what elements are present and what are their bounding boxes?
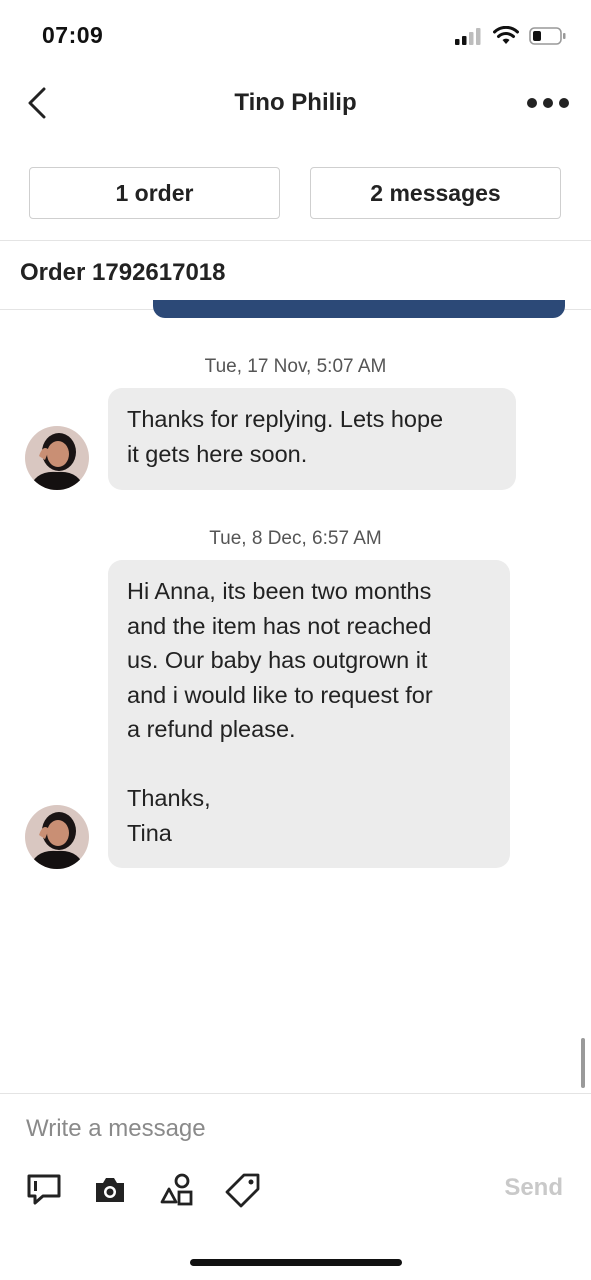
message-line: us. Our baby has outgrown it — [127, 647, 428, 673]
message-bubble: Thanks for replying. Lets hope it gets h… — [108, 388, 516, 490]
avatar-image — [25, 426, 89, 490]
message-input[interactable] — [26, 1109, 566, 1149]
message-timestamp: Tue, 8 Dec, 6:57 AM — [209, 528, 382, 549]
more-dot-icon — [559, 98, 569, 108]
camera-button[interactable] — [90, 1170, 130, 1210]
conversation-title: Tino Philip — [234, 89, 357, 116]
home-indicator — [190, 1259, 402, 1266]
order-title: Order 1792617018 — [20, 259, 226, 286]
message-line: Tina — [127, 819, 172, 846]
scrollbar[interactable] — [581, 1038, 585, 1088]
message-bubble: Hi Anna, its been two months and the ite… — [108, 560, 510, 868]
avatar[interactable] — [25, 805, 89, 869]
wifi-icon — [493, 26, 519, 44]
messages-button[interactable]: 2 messages — [310, 167, 561, 219]
divider — [0, 240, 591, 241]
attach-item-button[interactable] — [157, 1170, 197, 1210]
status-icons — [455, 24, 567, 48]
battery-icon — [529, 27, 566, 45]
avatar-image — [25, 805, 89, 869]
more-options-button[interactable] — [527, 92, 569, 114]
avatar[interactable] — [25, 426, 89, 490]
coupon-button[interactable] — [223, 1170, 263, 1210]
send-button[interactable]: Send — [504, 1174, 563, 1202]
message-line: a refund please. — [127, 716, 296, 742]
more-dot-icon — [527, 98, 537, 108]
camera-icon — [96, 1178, 124, 1202]
message-line: Thanks for replying. Lets hope — [127, 406, 444, 432]
message-line: Thanks, — [127, 785, 211, 811]
order-card-edge[interactable] — [153, 300, 565, 318]
orders-button[interactable]: 1 order — [29, 167, 280, 219]
message-line — [127, 747, 492, 782]
signal-icon — [455, 28, 481, 45]
quick-replies-button[interactable] — [24, 1170, 64, 1210]
message-line: and i would like to request for — [127, 681, 433, 708]
status-time: 07:09 — [42, 22, 104, 48]
message-line: and the item has not reached — [127, 612, 432, 639]
divider — [0, 1093, 591, 1094]
more-dot-icon — [543, 98, 553, 108]
message-line: Hi Anna, its been two months — [127, 578, 432, 604]
shapes-icon — [160, 1173, 193, 1206]
quick-reply-icon — [27, 1174, 61, 1205]
message-line: it gets here soon. — [127, 440, 308, 467]
message-timestamp: Tue, 17 Nov, 5:07 AM — [204, 356, 387, 377]
tag-icon — [225, 1173, 260, 1208]
